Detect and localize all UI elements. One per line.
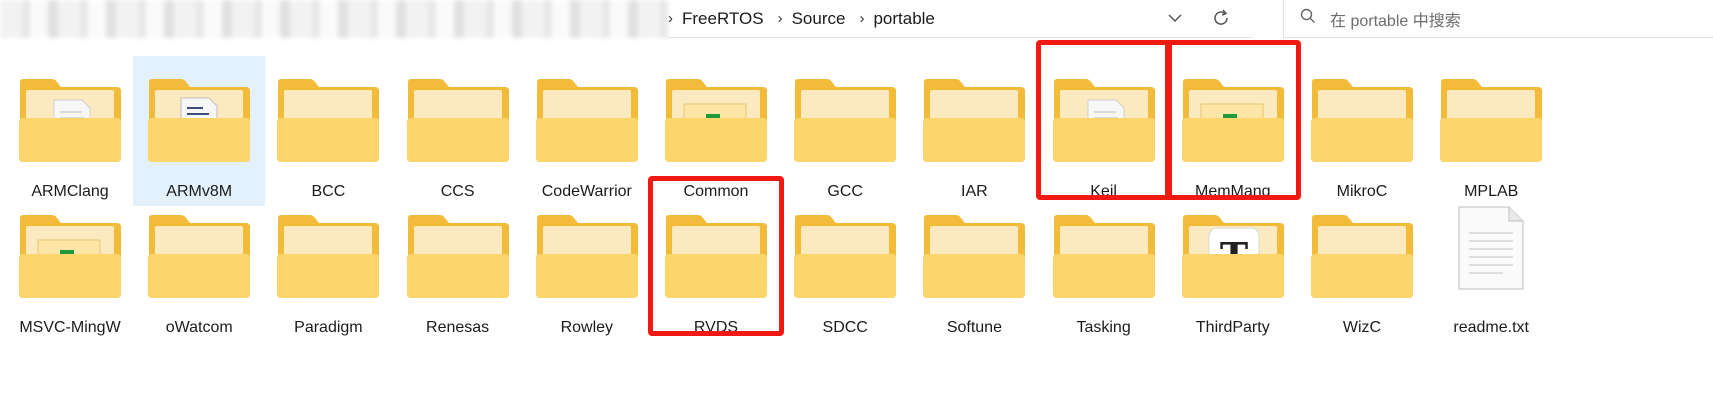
folder-item-msvc-mingw[interactable]: MSVC-MingW [4, 192, 136, 342]
item-label: Paradigm [294, 319, 363, 336]
item-label: readme.txt [1453, 319, 1529, 336]
folder-item-thirdparty[interactable]: T ThirdParty [1167, 192, 1299, 342]
folder-item-mikroc[interactable]: MikroC [1296, 56, 1428, 206]
blurred-address-region [0, 0, 668, 38]
item-label: Tasking [1076, 319, 1131, 336]
address-bar[interactable]: › FreeRTOS › Source › portable [668, 0, 1253, 38]
red-highlight-box [1035, 40, 1172, 200]
folder-item-armv8m[interactable]: ARMv8M [133, 56, 266, 206]
folder-item-codewarrior[interactable]: CodeWarrior [521, 56, 653, 206]
folder-item-ccs[interactable]: CCS [392, 56, 524, 206]
breadcrumb-freertos[interactable]: FreeRTOS [682, 9, 764, 29]
item-label: WizC [1342, 319, 1382, 336]
item-label: Softune [946, 319, 1002, 336]
folder-item-sdcc[interactable]: SDCC [779, 192, 911, 342]
item-label: Renesas [426, 319, 490, 336]
item-label: ThirdParty [1195, 319, 1270, 336]
red-highlight-box [1164, 40, 1301, 200]
folder-item-gcc[interactable]: GCC [779, 56, 911, 206]
breadcrumb-separator-icon: › [859, 10, 865, 27]
item-label: SDCC [822, 319, 868, 336]
search-placeholder: 在 portable 中搜索 [1330, 12, 1461, 30]
folder-item-bcc[interactable]: BCC [262, 56, 394, 206]
item-label: oWatcom [165, 319, 233, 336]
search-icon [1284, 8, 1316, 29]
red-highlight-box [648, 176, 784, 336]
folder-item-mplab[interactable]: MPLAB [1425, 56, 1557, 206]
folder-item-paradigm[interactable]: Paradigm [262, 192, 394, 342]
breadcrumb-separator-icon: › [668, 10, 673, 27]
search-box[interactable]: 在 portable 中搜索 [1283, 0, 1713, 38]
folder-item-rowley[interactable]: Rowley [521, 192, 653, 342]
folder-item-tasking[interactable]: Tasking [1038, 192, 1170, 342]
folder-item-owatcom[interactable]: oWatcom [133, 192, 265, 342]
refresh-icon[interactable] [1211, 8, 1231, 28]
breadcrumb-separator-icon: › [777, 10, 783, 27]
item-label: MSVC-MingW [19, 319, 121, 336]
breadcrumb-portable[interactable]: portable [873, 9, 934, 29]
chevron-down-icon[interactable] [1167, 8, 1183, 28]
folder-item-softune[interactable]: Softune [908, 192, 1040, 342]
folder-item-armclang[interactable]: ARMClang [4, 56, 136, 206]
breadcrumb-source[interactable]: Source [792, 9, 846, 29]
folder-item-renesas[interactable]: Renesas [392, 192, 524, 342]
folder-item-iar[interactable]: IAR [908, 56, 1040, 206]
item-label: Rowley [560, 319, 614, 336]
file-item-readme-txt[interactable]: readme.txt [1425, 192, 1557, 342]
folder-item-wizc[interactable]: WizC [1296, 192, 1428, 342]
